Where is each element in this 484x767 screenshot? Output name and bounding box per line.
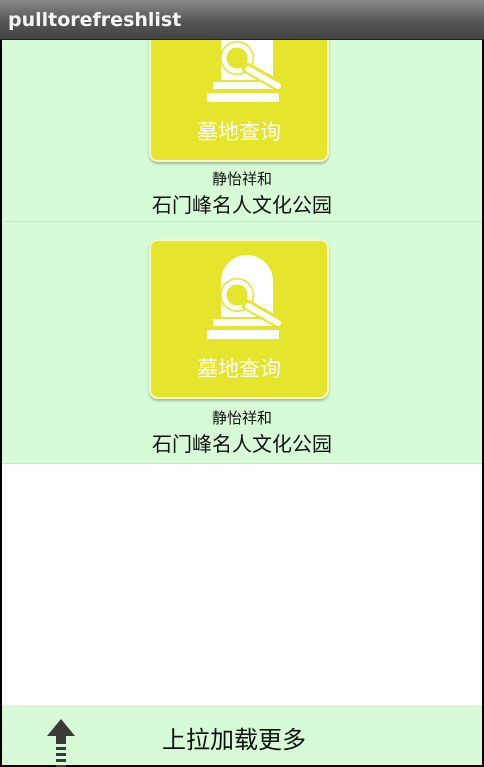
list-item[interactable]: 墓地查询 静怡祥和 石门峰名人文化公园 xyxy=(2,40,482,222)
pull-to-refresh-list[interactable]: 墓地查询 静怡祥和 石门峰名人文化公园 墓地查询 静怡祥和 石门峰名人文化公园 xyxy=(2,40,482,765)
tile-label: 墓地查询 xyxy=(197,357,281,381)
list-item[interactable]: 墓地查询 静怡祥和 石门峰名人文化公园 xyxy=(2,222,482,464)
item-park-name: 石门峰名人文化公园 xyxy=(152,432,332,456)
load-more-label: 上拉加载更多 xyxy=(162,726,306,754)
item-park-name: 石门峰名人文化公园 xyxy=(152,193,332,217)
up-arrow-icon xyxy=(47,719,75,767)
tombstone-search-icon xyxy=(207,255,285,339)
title-bar: pulltorefreshlist xyxy=(0,0,484,40)
cemetery-query-tile[interactable]: 墓地查询 xyxy=(149,239,329,399)
app-title: pulltorefreshlist xyxy=(8,9,182,31)
app-screen: pulltorefreshlist 墓地查询 静怡祥和 石门峰名人文化公园 墓地… xyxy=(0,0,484,767)
cemetery-query-tile[interactable]: 墓地查询 xyxy=(149,40,329,162)
load-more-footer[interactable]: 上拉加载更多 xyxy=(2,705,482,767)
item-slogan: 静怡祥和 xyxy=(211,170,272,188)
tile-label: 墓地查询 xyxy=(197,120,281,144)
item-slogan: 静怡祥和 xyxy=(211,409,272,427)
tombstone-search-icon xyxy=(207,40,285,102)
